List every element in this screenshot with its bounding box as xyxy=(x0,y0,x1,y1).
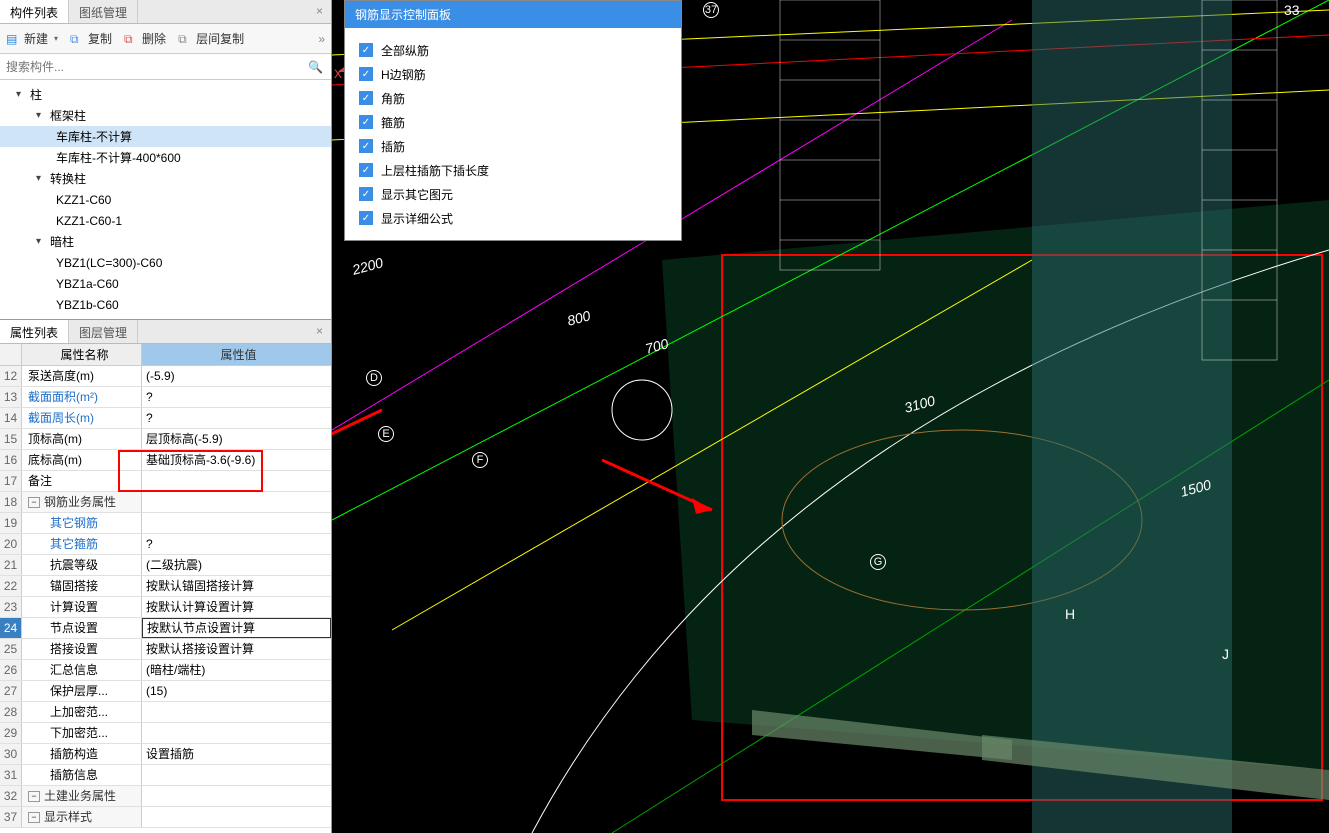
property-tabs: 属性列表 图层管理 × xyxy=(0,320,331,344)
search-input[interactable] xyxy=(0,60,300,74)
new-label: 新建 xyxy=(24,30,48,47)
search-icon[interactable]: 🔍 xyxy=(300,60,331,74)
checkbox-icon[interactable]: ✓ xyxy=(359,67,373,81)
component-toolbar: ▤ 新建 ▾ ⧉ 复制 ⧉ 删除 ⧉ 层间复制 » xyxy=(0,24,331,54)
tab-properties[interactable]: 属性列表 xyxy=(0,320,69,343)
new-icon: ▤ xyxy=(6,32,20,46)
property-row[interactable]: 13截面面积(m²)? xyxy=(0,387,331,408)
tab-component-list[interactable]: 构件列表 xyxy=(0,0,69,23)
layer-copy-icon: ⧉ xyxy=(178,32,192,46)
property-row[interactable]: 28上加密范... xyxy=(0,702,331,723)
property-row[interactable]: 27保护层厚...(15) xyxy=(0,681,331,702)
layer-copy-button[interactable]: ⧉ 层间复制 xyxy=(178,30,244,47)
tree-item[interactable]: KZZ1-C60-1 xyxy=(0,210,331,231)
checkbox-icon[interactable]: ✓ xyxy=(359,163,373,177)
checkbox-label: 显示详细公式 xyxy=(381,210,453,227)
checkbox-icon[interactable]: ✓ xyxy=(359,187,373,201)
tree-group[interactable]: ▾暗柱 xyxy=(0,231,331,252)
property-row[interactable]: 20其它箍筋? xyxy=(0,534,331,555)
grid-label: 37 xyxy=(703,2,719,18)
checkbox-row[interactable]: ✓ 插筋 xyxy=(359,134,667,158)
copy-label: 复制 xyxy=(88,30,112,47)
copy-button[interactable]: ⧉ 复制 xyxy=(70,30,112,47)
property-panel: 属性列表 图层管理 × 属性名称 属性值 12泵送高度(m)(-5.9)13截面… xyxy=(0,319,331,833)
checkbox-label: 显示其它图元 xyxy=(381,186,453,203)
col-header-name: 属性名称 xyxy=(22,344,142,365)
property-row[interactable]: 24节点设置按默认节点设置计算 xyxy=(0,618,331,639)
property-row[interactable]: 37−显示样式 xyxy=(0,807,331,828)
property-row[interactable]: 22锚固搭接按默认锚固搭接计算 xyxy=(0,576,331,597)
layer-copy-label: 层间复制 xyxy=(196,30,244,47)
property-row[interactable]: 15顶标高(m)层顶标高(-5.9) xyxy=(0,429,331,450)
tab-layer-mgmt[interactable]: 图层管理 xyxy=(69,320,138,343)
property-header: 属性名称 属性值 xyxy=(0,344,331,366)
tree-item[interactable]: 车库柱-不计算-400*600 xyxy=(0,147,331,168)
tree-group[interactable]: ▾框架柱 xyxy=(0,105,331,126)
property-row[interactable]: 21抗震等级(二级抗震) xyxy=(0,555,331,576)
property-row[interactable]: 25搭接设置按默认搭接设置计算 xyxy=(0,639,331,660)
close-icon[interactable]: × xyxy=(308,0,331,23)
grid-label: E xyxy=(378,426,394,442)
close-icon[interactable]: × xyxy=(308,320,331,343)
tree-item[interactable]: KZZ1-C60 xyxy=(0,189,331,210)
3d-viewport[interactable]: D E F G H J 37 33 2200 800 700 3100 1500… xyxy=(332,0,1329,833)
checkbox-row[interactable]: ✓ 全部纵筋 xyxy=(359,38,667,62)
grid-label: G xyxy=(870,554,886,570)
checkbox-icon[interactable]: ✓ xyxy=(359,91,373,105)
checkbox-row[interactable]: ✓ H边钢筋 xyxy=(359,62,667,86)
checkbox-label: 箍筋 xyxy=(381,114,405,131)
property-row[interactable]: 30插筋构造设置插筋 xyxy=(0,744,331,765)
left-panel: 构件列表 图纸管理 × ▤ 新建 ▾ ⧉ 复制 ⧉ 删除 ⧉ 层间复制 » 🔍 … xyxy=(0,0,332,833)
checkbox-row[interactable]: ✓ 显示详细公式 xyxy=(359,206,667,230)
checkbox-row[interactable]: ✓ 角筋 xyxy=(359,86,667,110)
tree-item[interactable]: 车库柱-不计算 xyxy=(0,126,331,147)
tree-item[interactable]: YBZ1b-C60 xyxy=(0,294,331,315)
property-row[interactable]: 12泵送高度(m)(-5.9) xyxy=(0,366,331,387)
checkbox-icon[interactable]: ✓ xyxy=(359,43,373,57)
property-row[interactable]: 31插筋信息 xyxy=(0,765,331,786)
search-row: 🔍 xyxy=(0,54,331,80)
tree-item[interactable]: YBZ1a-C60 xyxy=(0,273,331,294)
component-tree: ▾柱 ▾框架柱 车库柱-不计算 车库柱-不计算-400*600 ▾转换柱 KZZ… xyxy=(0,80,331,319)
checkbox-label: 上层柱插筋下插长度 xyxy=(381,162,489,179)
property-row[interactable]: 32−土建业务属性 xyxy=(0,786,331,807)
tree-root[interactable]: ▾柱 xyxy=(0,84,331,105)
checkbox-label: 全部纵筋 xyxy=(381,42,429,59)
checkbox-row[interactable]: ✓ 显示其它图元 xyxy=(359,182,667,206)
tab-drawing-mgmt[interactable]: 图纸管理 xyxy=(69,0,138,23)
property-row[interactable]: 17备注 xyxy=(0,471,331,492)
property-row[interactable]: 23计算设置按默认计算设置计算 xyxy=(0,597,331,618)
property-row[interactable]: 26汇总信息(暗柱/端柱) xyxy=(0,660,331,681)
panel-title: 钢筋显示控制面板 xyxy=(345,1,681,28)
checkbox-label: 角筋 xyxy=(381,90,405,107)
property-row[interactable]: 29下加密范... xyxy=(0,723,331,744)
property-row[interactable]: 18−钢筋业务属性 xyxy=(0,492,331,513)
property-body[interactable]: 12泵送高度(m)(-5.9)13截面面积(m²)?14截面周长(m)?15顶标… xyxy=(0,366,331,833)
property-row[interactable]: 19其它钢筋 xyxy=(0,513,331,534)
grid-label: F xyxy=(472,452,488,468)
property-row[interactable]: 14截面周长(m)? xyxy=(0,408,331,429)
checkbox-row[interactable]: ✓ 上层柱插筋下插长度 xyxy=(359,158,667,182)
checkbox-label: H边钢筋 xyxy=(381,66,426,83)
col-header-value: 属性值 xyxy=(142,344,331,365)
checkbox-row[interactable]: ✓ 箍筋 xyxy=(359,110,667,134)
property-row[interactable]: 16底标高(m)基础顶标高-3.6(-9.6) xyxy=(0,450,331,471)
grid-label: D xyxy=(366,370,382,386)
component-tabs: 构件列表 图纸管理 × xyxy=(0,0,331,24)
delete-icon: ⧉ xyxy=(124,32,138,46)
checkbox-label: 插筋 xyxy=(381,138,405,155)
rebar-display-panel: 钢筋显示控制面板 ✓ 全部纵筋 ✓ H边钢筋 ✓ 角筋 ✓ 箍筋 ✓ 插筋 ✓ 上层柱插筋下插长度 ✓ 显… xyxy=(344,0,682,241)
tree-group[interactable]: ▾转换柱 xyxy=(0,168,331,189)
chevron-down-icon: ▾ xyxy=(54,34,58,43)
tree-item[interactable]: YBZ1(LC=300)-C60 xyxy=(0,252,331,273)
delete-label: 删除 xyxy=(142,30,166,47)
checkbox-icon[interactable]: ✓ xyxy=(359,139,373,153)
checkbox-icon[interactable]: ✓ xyxy=(359,115,373,129)
checkbox-icon[interactable]: ✓ xyxy=(359,211,373,225)
toolbar-more-icon[interactable]: » xyxy=(318,32,325,46)
delete-button[interactable]: ⧉ 删除 xyxy=(124,30,166,47)
copy-icon: ⧉ xyxy=(70,32,84,46)
new-button[interactable]: ▤ 新建 ▾ xyxy=(6,30,58,47)
